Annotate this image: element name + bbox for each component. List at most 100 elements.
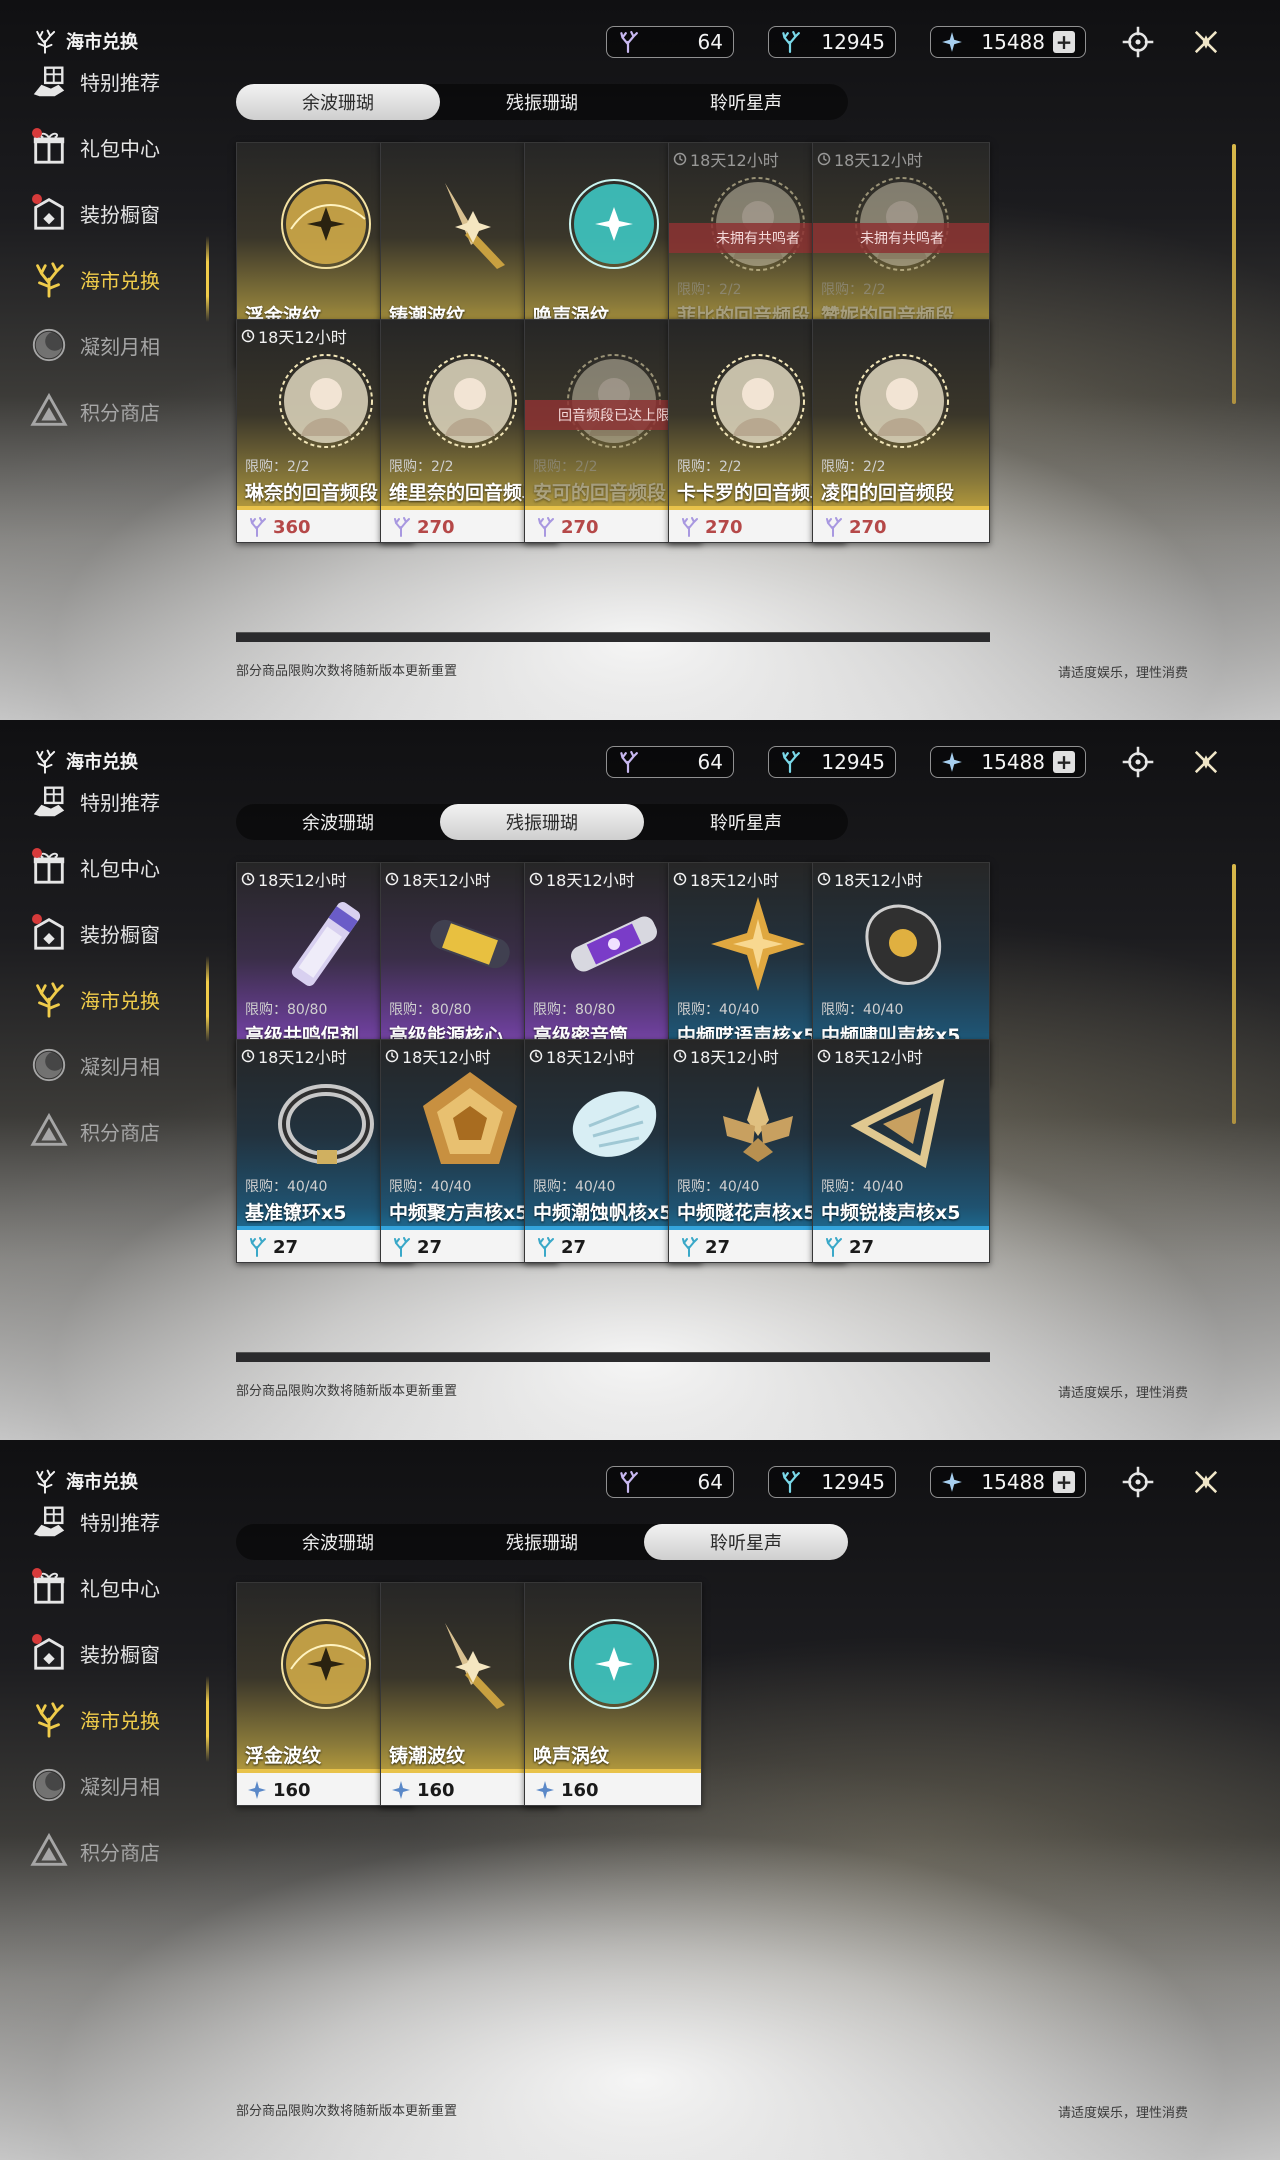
active-indicator [206, 956, 209, 1042]
tab-0[interactable]: 余波珊瑚 [236, 804, 440, 840]
clock-icon [673, 1049, 687, 1063]
notification-dot [32, 848, 42, 858]
wardrobe-icon [28, 192, 70, 234]
sidebar-item-5[interactable]: 积分商店 [28, 1110, 160, 1152]
currency-value: 12945 [821, 750, 885, 774]
shop-panel-1: 海市兑换 特别推荐 礼包中心 装扮橱窗 海市兑换 凝刻月相 积分商店 64 12… [0, 0, 1280, 720]
scrollbar[interactable] [1232, 144, 1236, 404]
sidebar-item-label: 礼包中心 [80, 1576, 160, 1601]
sidebar-item-2[interactable]: 装扮橱窗 [28, 1632, 160, 1674]
coral-icon [32, 28, 58, 54]
item-name: 维里奈的回音频段 [389, 482, 542, 504]
coral-oscillate-icon [779, 751, 801, 773]
tab-1[interactable]: 残振珊瑚 [440, 804, 644, 840]
timer: 18天12小时 [817, 867, 923, 891]
tab-bar: 余波珊瑚 残振珊瑚 聆听星声 [236, 1524, 848, 1560]
sidebar-item-4[interactable]: 凝刻月相 [28, 1764, 160, 1806]
coral-oscillate-icon [779, 1471, 801, 1493]
sidebar-item-0[interactable]: 特别推荐 [28, 780, 160, 822]
item-art: 18天12小时 限购：40/40 中频锐棱声核x5 [813, 1040, 989, 1230]
purchase-limit: 限购：40/40 [677, 1179, 760, 1195]
sidebar-item-1[interactable]: 礼包中心 [28, 126, 160, 168]
clock-icon [529, 872, 543, 886]
purchase-limit: 限购：2/2 [677, 459, 742, 475]
sidebar-item-2[interactable]: 装扮橱窗 [28, 912, 160, 954]
timer-text: 18天12小时 [258, 871, 347, 890]
tab-0[interactable]: 余波珊瑚 [236, 1524, 440, 1560]
timer-text: 18天12小时 [690, 1048, 779, 1067]
close-icon[interactable] [1186, 1462, 1226, 1502]
timer-text: 18天12小时 [690, 871, 779, 890]
purchase-limit: 限购：80/80 [533, 1002, 616, 1018]
notification-dot [32, 194, 42, 204]
currency-value: 15488 [981, 30, 1045, 54]
crosshair-icon[interactable] [1118, 22, 1158, 62]
star-icon [391, 1780, 411, 1800]
add-currency-button[interactable]: + [1053, 1471, 1075, 1493]
tab-2[interactable]: 聆听星声 [644, 804, 848, 840]
tab-0[interactable]: 余波珊瑚 [236, 84, 440, 120]
timer-text: 18天12小时 [258, 1048, 347, 1067]
currency-value: 15488 [981, 750, 1045, 774]
shop-panel-2: 海市兑换 特别推荐 礼包中心 装扮橱窗 海市兑换 凝刻月相 积分商店 64 12… [0, 720, 1280, 1440]
timer: 18天12小时 [817, 1044, 923, 1068]
tab-2[interactable]: 聆听星声 [644, 84, 848, 120]
tab-1[interactable]: 残振珊瑚 [440, 84, 644, 120]
timer-text: 18天12小时 [258, 328, 347, 347]
add-currency-button[interactable]: + [1053, 31, 1075, 53]
crosshair-icon[interactable] [1118, 742, 1158, 782]
sidebar-item-2[interactable]: 装扮橱窗 [28, 192, 160, 234]
price-value: 27 [705, 1236, 731, 1258]
sidebar-item-1[interactable]: 礼包中心 [28, 846, 160, 888]
sidebar-item-4[interactable]: 凝刻月相 [28, 1044, 160, 1086]
price-value: 27 [561, 1236, 587, 1258]
notification-dot [32, 1634, 42, 1644]
purchase-limit: 限购：2/2 [389, 459, 454, 475]
sidebar-item-3[interactable]: 海市兑换 [28, 978, 160, 1020]
sidebar-item-0[interactable]: 特别推荐 [28, 60, 160, 102]
sidebar-item-3[interactable]: 海市兑换 [28, 1698, 160, 1740]
sidebar-item-label: 积分商店 [80, 1120, 160, 1145]
coral-currency-icon [679, 1237, 699, 1257]
sidebar-item-5[interactable]: 积分商店 [28, 390, 160, 432]
clock-icon [385, 1049, 399, 1063]
add-currency-button[interactable]: + [1053, 751, 1075, 773]
coral-currency-icon [535, 1237, 555, 1257]
coral-icon [32, 748, 58, 774]
sidebar-item-1[interactable]: 礼包中心 [28, 1566, 160, 1608]
timer-text: 18天12小时 [546, 871, 635, 890]
star-icon [941, 1471, 963, 1493]
shop-panel-3: 海市兑换 特别推荐 礼包中心 装扮橱窗 海市兑换 凝刻月相 积分商店 64 12… [0, 1440, 1280, 2160]
sidebar-item-label: 凝刻月相 [80, 1774, 160, 1799]
sidebar-item-label: 海市兑换 [80, 988, 160, 1013]
sidebar-item-label: 凝刻月相 [80, 334, 160, 359]
shop-item-card[interactable]: 18天12小时 限购：40/40 中频锐棱声核x5 27 [812, 1039, 990, 1263]
gift-hand-icon [28, 1500, 70, 1542]
scrollbar[interactable] [1232, 864, 1236, 1124]
timer-text: 18天12小时 [834, 1048, 923, 1067]
item-name: 中频隧花声核x5 [677, 1202, 817, 1224]
shop-item-card[interactable]: 唤声涡纹 160 [524, 1582, 702, 1806]
clock-icon [673, 152, 687, 166]
coral-currency-icon [823, 517, 843, 537]
shop-item-card[interactable]: 限购：2/2 凌阳的回音频段 270 [812, 319, 990, 543]
item-art: 18天12小时 限购：40/40 中频啸叫声核x5 [813, 863, 989, 1053]
close-icon[interactable] [1186, 22, 1226, 62]
footer-advice: 请适度娱乐，理性消费 [1057, 2106, 1188, 2121]
item-name: 琳奈的回音频段 [245, 482, 379, 504]
close-icon[interactable] [1186, 742, 1226, 782]
sidebar-item-0[interactable]: 特别推荐 [28, 1500, 160, 1542]
gift-box-icon [28, 846, 70, 888]
footer-advice: 请适度娱乐，理性消费 [1057, 666, 1188, 681]
notification-dot [32, 128, 42, 138]
crosshair-icon[interactable] [1118, 1462, 1158, 1502]
tab-2[interactable]: 聆听星声 [644, 1524, 848, 1560]
notification-dot [32, 914, 42, 924]
shop-title: 海市兑换 [32, 28, 138, 54]
sidebar-item-label: 装扮橱窗 [80, 202, 160, 227]
sidebar-item-4[interactable]: 凝刻月相 [28, 324, 160, 366]
tab-1[interactable]: 残振珊瑚 [440, 1524, 644, 1560]
sidebar-item-3[interactable]: 海市兑换 [28, 258, 160, 300]
sidebar-item-label: 特别推荐 [80, 790, 160, 815]
sidebar-item-5[interactable]: 积分商店 [28, 1830, 160, 1872]
